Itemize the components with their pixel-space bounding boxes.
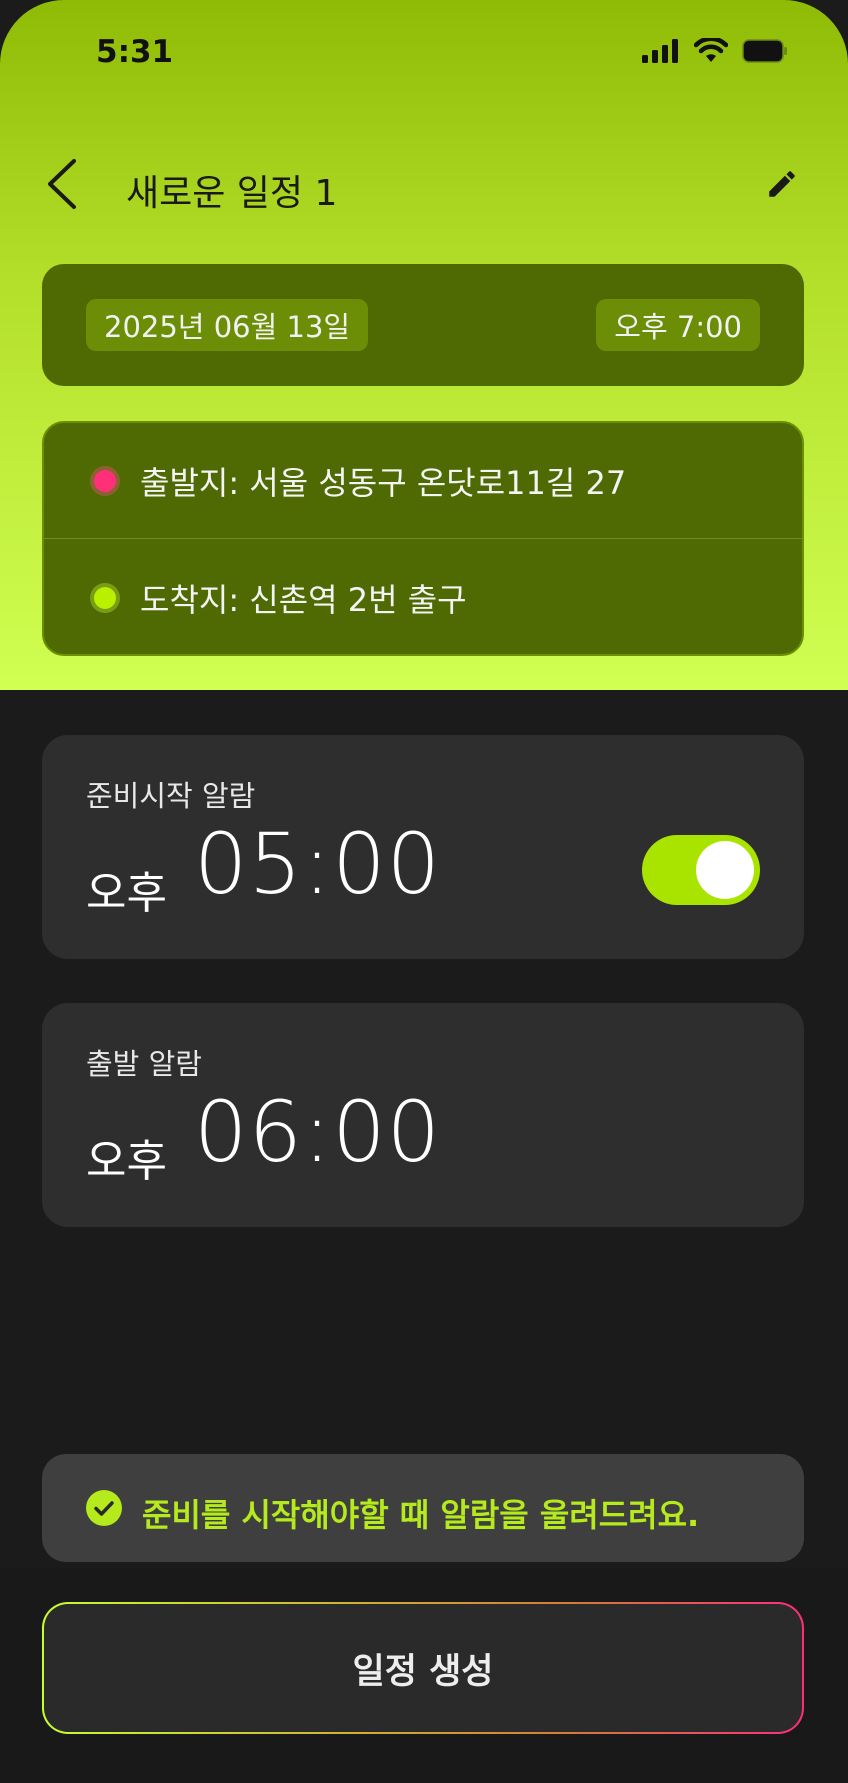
header-area: 5:31 새로운 일정 1 2025년 06월 13일 오후 7:00 출발지:… bbox=[0, 0, 848, 690]
time-chip[interactable]: 오후 7:00 bbox=[596, 299, 760, 351]
chevron-left-icon bbox=[44, 158, 80, 214]
toggle-knob bbox=[696, 841, 754, 899]
edit-button[interactable] bbox=[756, 160, 808, 212]
route-start-row[interactable]: 출발지: 서울 성동구 온닷로11길 27 bbox=[44, 423, 802, 539]
date-chip[interactable]: 2025년 06월 13일 bbox=[86, 299, 369, 351]
end-dot-icon bbox=[94, 587, 116, 609]
route-end-row[interactable]: 도착지: 신촌역 2번 출구 bbox=[44, 540, 802, 654]
alarm-time: 05:00 bbox=[194, 815, 442, 913]
start-dot-icon bbox=[94, 469, 116, 492]
prep-alarm-toggle[interactable] bbox=[642, 835, 760, 905]
info-text: 준비를 시작해야할 때 알람을 울려드려요. bbox=[142, 1496, 700, 1534]
route-end-text: 도착지: 신촌역 2번 출구 bbox=[140, 581, 467, 619]
check-circle-icon bbox=[86, 1490, 122, 1526]
prep-alarm-card[interactable]: 준비시작 알람 오후 05:00 bbox=[42, 735, 804, 959]
alarm-ampm: 오후 bbox=[86, 1136, 167, 1187]
route-card: 출발지: 서울 성동구 온닷로11길 27 도착지: 신촌역 2번 출구 bbox=[42, 421, 804, 656]
signal-icon bbox=[642, 39, 680, 67]
navigation-header: 새로운 일정 1 bbox=[0, 150, 848, 222]
status-time: 5:31 bbox=[96, 34, 174, 70]
info-banner: 준비를 시작해야할 때 알람을 울려드려요. bbox=[42, 1454, 804, 1562]
page-title: 새로운 일정 1 bbox=[126, 173, 338, 214]
alarm-time: 06:00 bbox=[194, 1083, 442, 1181]
status-bar: 5:31 bbox=[0, 0, 848, 108]
status-icons bbox=[642, 36, 788, 68]
battery-icon bbox=[742, 39, 788, 67]
departure-alarm-card[interactable]: 출발 알람 오후 06:00 bbox=[42, 1003, 804, 1227]
alarm-label: 출발 알람 bbox=[86, 1047, 202, 1081]
pencil-icon bbox=[765, 167, 799, 205]
wifi-icon bbox=[693, 36, 729, 68]
create-schedule-button[interactable]: 일정 생성 bbox=[42, 1602, 804, 1734]
alarm-ampm: 오후 bbox=[86, 868, 167, 919]
alarm-label: 준비시작 알람 bbox=[86, 779, 256, 813]
datetime-card: 2025년 06월 13일 오후 7:00 bbox=[42, 264, 804, 386]
back-button[interactable] bbox=[30, 154, 94, 218]
create-schedule-label: 일정 생성 bbox=[44, 1604, 802, 1732]
route-start-text: 출발지: 서울 성동구 온닷로11길 27 bbox=[140, 463, 627, 502]
